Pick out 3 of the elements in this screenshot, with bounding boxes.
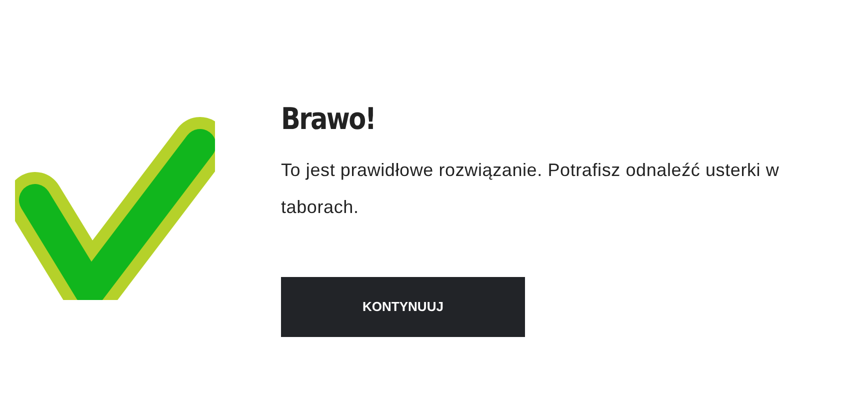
success-heading: Brawo!	[281, 102, 376, 138]
success-message: To jest prawidłowe rozwiązanie. Potrafisz odnaleźć usterki w taborach.	[281, 159, 780, 219]
continue-button[interactable]: KONTYNUUJ	[281, 277, 525, 337]
